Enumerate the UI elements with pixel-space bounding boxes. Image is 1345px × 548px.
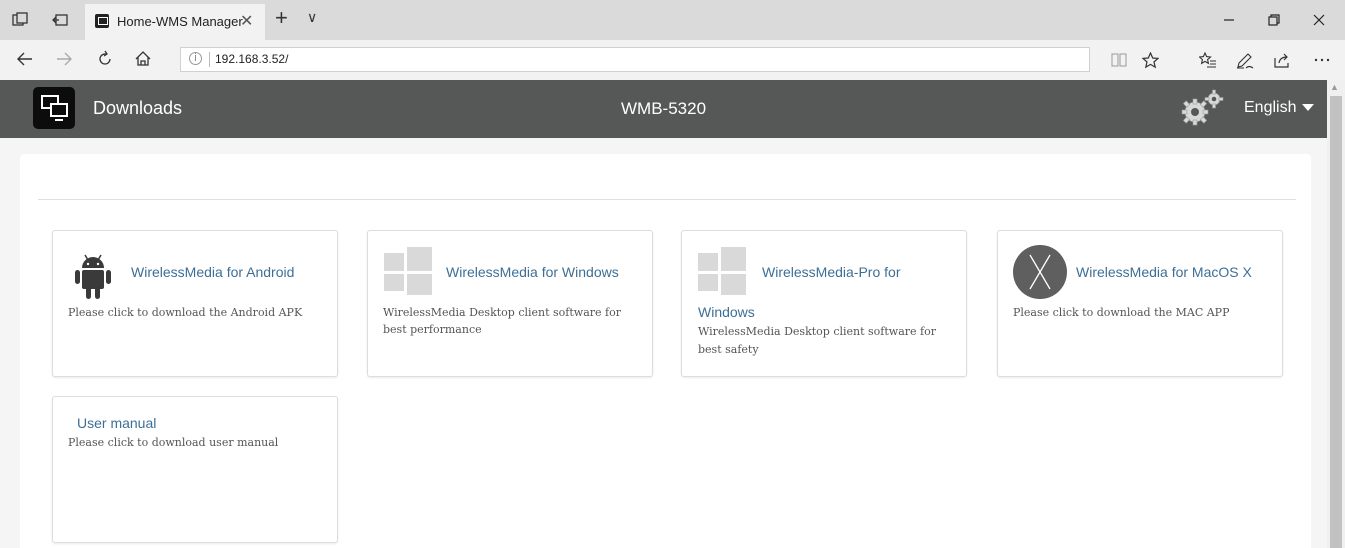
page-title: Downloads bbox=[93, 98, 183, 118]
site-info-icon[interactable]: i bbox=[189, 52, 202, 65]
card-description: Please click to download user manual bbox=[68, 436, 279, 449]
pen-notes-icon[interactable] bbox=[1236, 52, 1254, 69]
card-description: WirelessMedia Desktop client software fo… bbox=[698, 325, 936, 338]
device-model: WMB-5320 bbox=[621, 99, 707, 118]
refresh-icon[interactable] bbox=[96, 50, 114, 68]
close-tab-icon[interactable]: ✕ bbox=[240, 11, 253, 31]
dropdown-caret-icon bbox=[1302, 104, 1315, 112]
card-description-cont: best safety bbox=[698, 343, 759, 356]
forward-icon[interactable] bbox=[55, 50, 73, 68]
tab-set-aside-icon[interactable] bbox=[52, 12, 68, 28]
settings-gears-icon[interactable] bbox=[1178, 88, 1226, 128]
minimize-icon[interactable] bbox=[1223, 14, 1235, 26]
scrollbar-thumb[interactable] bbox=[1330, 96, 1342, 548]
back-icon[interactable] bbox=[16, 50, 34, 68]
browser-tab-bar: Home-WMS Manager ✕ + ∨ bbox=[0, 0, 1345, 40]
scroll-up-arrow-icon[interactable]: ▲ bbox=[1330, 82, 1339, 92]
tab-title: Home-WMS Manager bbox=[117, 14, 243, 29]
screen-mirroring-logo-icon[interactable] bbox=[33, 87, 75, 129]
section-divider bbox=[38, 199, 1296, 200]
close-window-icon[interactable] bbox=[1313, 14, 1325, 26]
download-card-macos[interactable]: WirelessMedia for MacOS X Please click t… bbox=[997, 230, 1283, 377]
card-description: WirelessMedia Desktop client software fo… bbox=[383, 306, 621, 319]
content-area: WirelessMedia for Android Please click t… bbox=[0, 138, 1327, 548]
url-field[interactable]: i 192.168.3.52/ bbox=[180, 47, 1090, 72]
url-separator bbox=[209, 52, 210, 67]
download-card-android[interactable]: WirelessMedia for Android Please click t… bbox=[52, 230, 338, 377]
card-title-cont[interactable]: Windows bbox=[698, 304, 755, 320]
android-icon bbox=[75, 254, 111, 299]
tab-preview-icon[interactable] bbox=[12, 12, 28, 28]
language-label: English bbox=[1244, 99, 1297, 116]
downloads-panel: WirelessMedia for Android Please click t… bbox=[20, 154, 1311, 548]
macos-x-icon bbox=[1013, 245, 1067, 299]
download-card-windows-pro[interactable]: WirelessMedia-Pro for Windows WirelessMe… bbox=[681, 230, 967, 377]
language-dropdown[interactable]: English bbox=[1244, 99, 1315, 117]
site-favicon-icon bbox=[95, 14, 109, 28]
site-header: Downloads WMB-5320 English bbox=[0, 80, 1327, 138]
reading-view-icon[interactable] bbox=[1111, 53, 1127, 67]
favorite-star-icon[interactable] bbox=[1142, 52, 1159, 69]
new-tab-icon[interactable]: + bbox=[275, 5, 288, 31]
card-title[interactable]: WirelessMedia-Pro for bbox=[762, 264, 900, 280]
share-icon[interactable] bbox=[1273, 52, 1291, 69]
card-title[interactable]: WirelessMedia for Android bbox=[131, 264, 294, 280]
restore-icon[interactable] bbox=[1268, 14, 1280, 26]
card-description: Please click to download the MAC APP bbox=[1013, 306, 1230, 319]
card-description-cont: best performance bbox=[383, 323, 482, 336]
windows-icon bbox=[698, 247, 746, 295]
home-icon[interactable] bbox=[134, 50, 152, 68]
card-title[interactable]: WirelessMedia for MacOS X bbox=[1076, 264, 1252, 280]
browser-tab-active[interactable]: Home-WMS Manager ✕ bbox=[85, 4, 265, 40]
browser-address-bar: i 192.168.3.52/ bbox=[0, 40, 1345, 80]
more-icon[interactable] bbox=[1314, 58, 1330, 62]
download-card-windows[interactable]: WirelessMedia for Windows WirelessMedia … bbox=[367, 230, 653, 377]
card-description: Please click to download the Android APK bbox=[68, 306, 303, 319]
tab-list-chevron-icon[interactable]: ∨ bbox=[307, 9, 317, 26]
favorites-list-icon[interactable] bbox=[1199, 52, 1217, 69]
windows-icon bbox=[384, 247, 432, 295]
url-text[interactable]: 192.168.3.52/ bbox=[215, 52, 288, 66]
card-title[interactable]: User manual bbox=[77, 415, 156, 431]
download-card-user-manual[interactable]: User manual Please click to download use… bbox=[52, 396, 338, 543]
card-title[interactable]: WirelessMedia for Windows bbox=[446, 264, 619, 280]
